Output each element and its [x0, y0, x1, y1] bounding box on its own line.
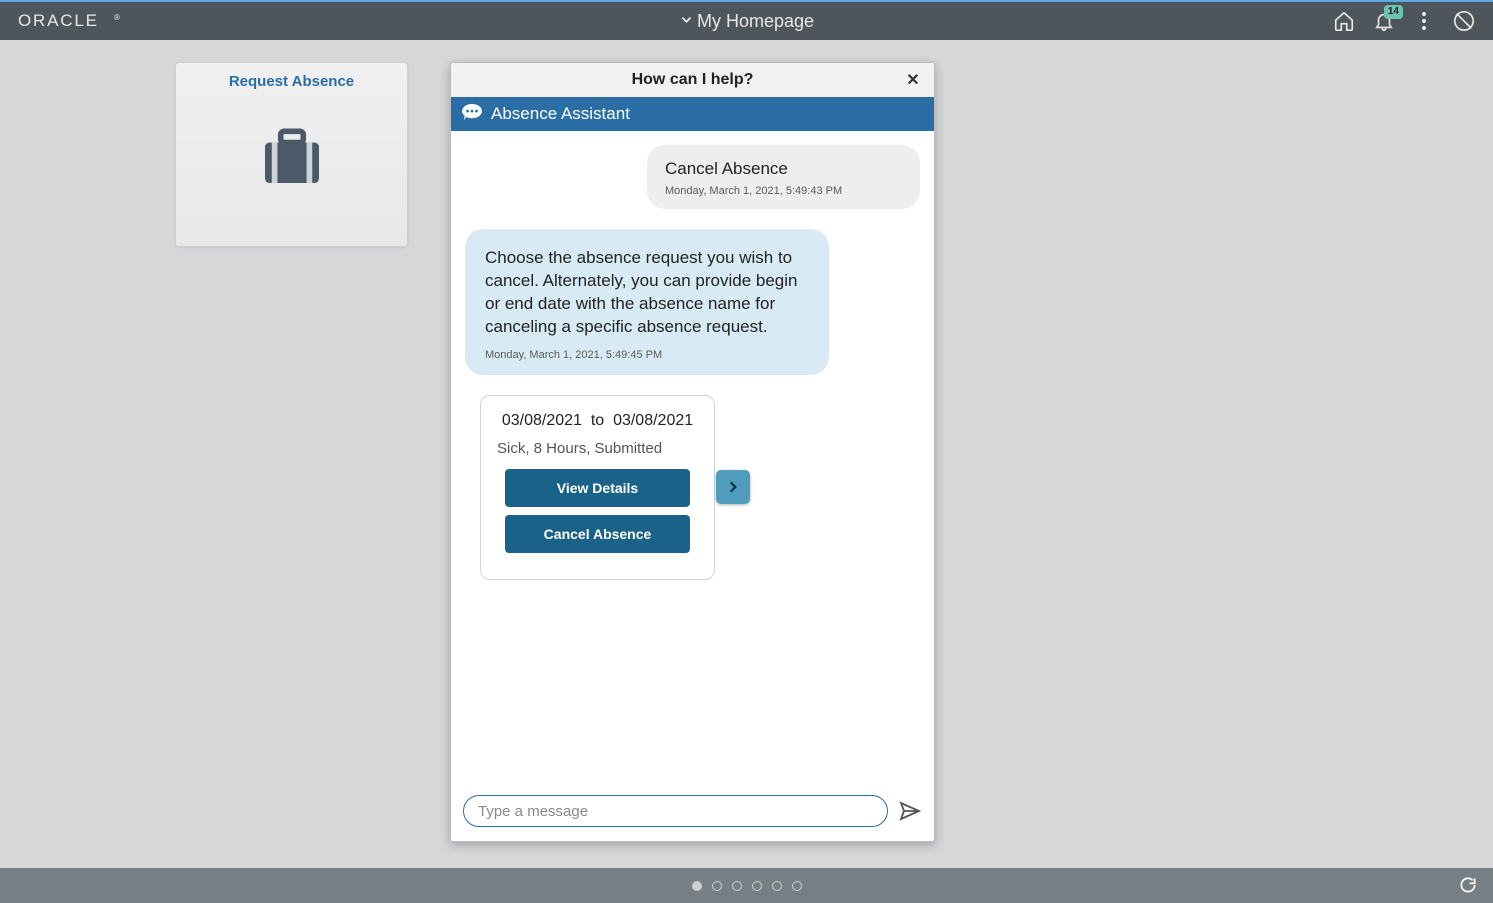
- card-date-joiner: to: [591, 412, 604, 429]
- logo-text: ORACLE: [18, 12, 99, 30]
- bottom-bar: [0, 868, 1493, 903]
- home-icon: [1333, 10, 1355, 32]
- card-date-to: 03/08/2021: [613, 412, 693, 429]
- card-date-from: 03/08/2021: [502, 412, 582, 429]
- kebab-icon: [1421, 11, 1427, 31]
- chevron-down-icon: [679, 11, 693, 32]
- home-button[interactable]: [1331, 8, 1357, 34]
- user-message-time: Monday, March 1, 2021, 5:49:43 PM: [665, 185, 902, 197]
- user-message: Cancel Absence Monday, March 1, 2021, 5:…: [647, 145, 920, 209]
- compass-icon: [1453, 10, 1475, 32]
- chat-header: How can I help? ✕: [451, 63, 934, 97]
- page-dot-2[interactable]: [712, 881, 722, 891]
- send-icon: [898, 799, 922, 823]
- svg-text:®: ®: [114, 13, 122, 22]
- view-details-button[interactable]: View Details: [505, 469, 690, 507]
- notifications-button[interactable]: 14: [1371, 8, 1397, 34]
- chat-assistant-bar: Absence Assistant: [451, 97, 934, 131]
- oracle-logo: ORACLE ®: [18, 12, 128, 30]
- card-next-button[interactable]: [716, 470, 750, 504]
- cancel-absence-button[interactable]: Cancel Absence: [505, 515, 690, 553]
- absence-card-sub: Sick, 8 Hours, Submitted: [497, 440, 698, 457]
- close-icon: ✕: [906, 70, 919, 90]
- tile-title: Request Absence: [229, 73, 354, 90]
- bot-message-text: Choose the absence request you wish to c…: [485, 247, 809, 339]
- chat-input[interactable]: [463, 795, 888, 827]
- page-dot-3[interactable]: [732, 881, 742, 891]
- top-right-actions: 14: [1331, 8, 1477, 34]
- chat-panel: How can I help? ✕ Absence Assistant Canc…: [450, 62, 935, 842]
- chat-body: Cancel Absence Monday, March 1, 2021, 5:…: [451, 131, 934, 785]
- chat-close-button[interactable]: ✕: [902, 69, 924, 91]
- notifications-badge: 14: [1384, 5, 1403, 19]
- page-dot-4[interactable]: [752, 881, 762, 891]
- absence-card-dates: 03/08/2021 to 03/08/2021: [497, 412, 698, 430]
- homepage-dropdown[interactable]: My Homepage: [679, 11, 814, 32]
- top-bar: ORACLE ® My Homepage 14: [0, 0, 1493, 40]
- page-title: My Homepage: [697, 11, 814, 32]
- absence-card: 03/08/2021 to 03/08/2021 Sick, 8 Hours, …: [480, 395, 715, 580]
- page-dot-6[interactable]: [792, 881, 802, 891]
- suitcase-icon: [256, 120, 328, 197]
- tile-request-absence[interactable]: Request Absence: [175, 62, 408, 247]
- bot-message-time: Monday, March 1, 2021, 5:49:45 PM: [485, 349, 809, 361]
- body-area: Request Absence How can I help? ✕ Absenc…: [0, 40, 1493, 868]
- page-dots[interactable]: [692, 881, 802, 891]
- refresh-button[interactable]: [1458, 875, 1478, 895]
- chat-input-row: [451, 785, 934, 841]
- chat-assistant-name: Absence Assistant: [491, 104, 630, 124]
- chat-bubble-icon: [461, 103, 483, 126]
- chevron-right-icon: [726, 480, 740, 494]
- user-message-text: Cancel Absence: [665, 159, 902, 179]
- bot-message: Choose the absence request you wish to c…: [465, 229, 829, 375]
- refresh-icon: [1458, 875, 1478, 895]
- chat-header-title: How can I help?: [632, 71, 754, 89]
- send-button[interactable]: [898, 799, 922, 823]
- navbar-button[interactable]: [1451, 8, 1477, 34]
- actions-menu-button[interactable]: [1411, 8, 1437, 34]
- page-dot-1[interactable]: [692, 881, 702, 891]
- page-dot-5[interactable]: [772, 881, 782, 891]
